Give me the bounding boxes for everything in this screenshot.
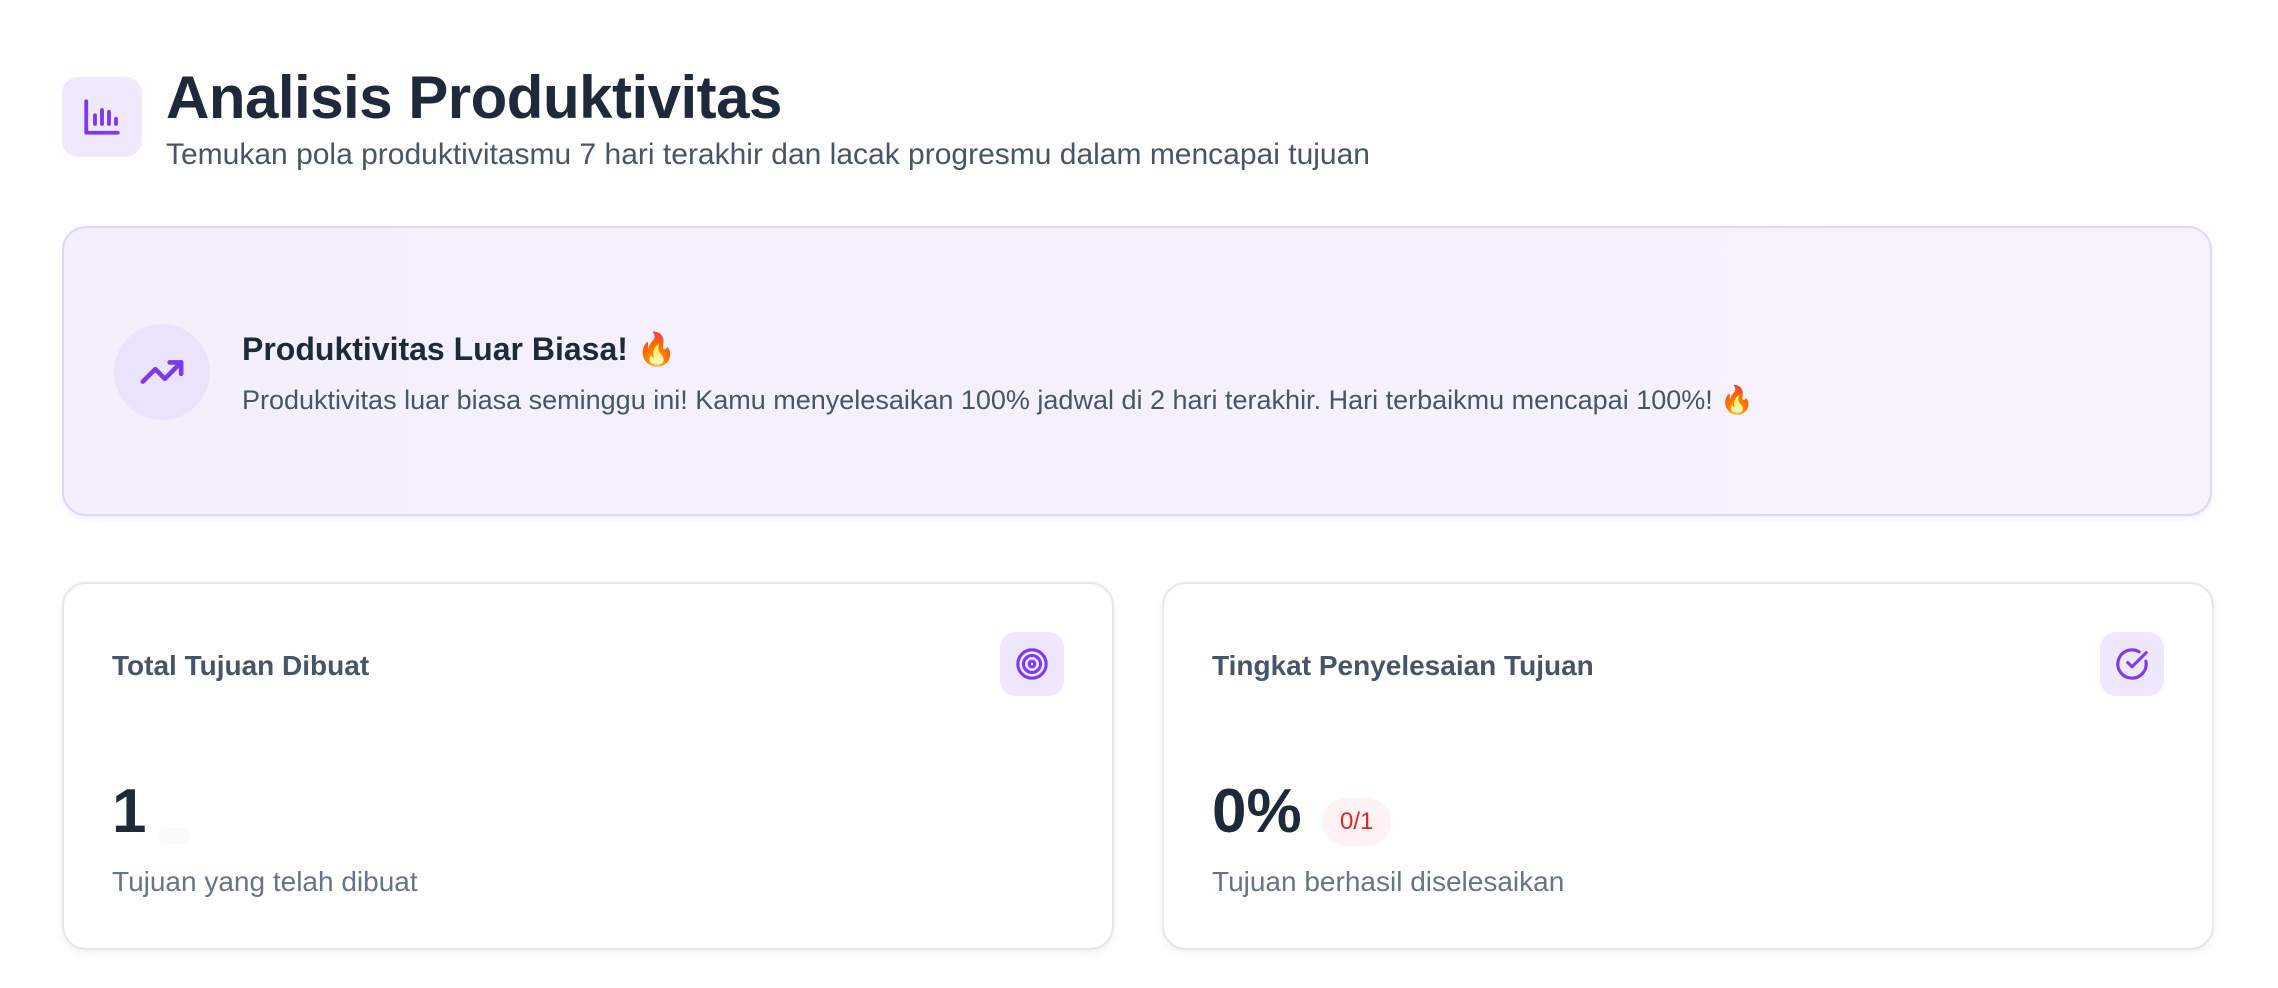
completion-ratio-badge: 0/1 [1322, 798, 1392, 846]
completion-rate-value: 0% [1212, 777, 1302, 846]
total-goals-value: 1 [112, 777, 147, 846]
fire-emoji-icon: 🔥 [1720, 385, 1754, 416]
insight-title-text: Produktivitas Luar Biasa! [242, 331, 628, 367]
target-icon [1000, 632, 1064, 696]
card-label: Tingkat Penyelesaian Tujuan [1212, 650, 1594, 681]
total-goals-card: Total Tujuan Dibuat 1 Tujuan yang telah … [62, 582, 1114, 950]
check-circle-icon [2100, 632, 2164, 696]
card-caption: Tujuan yang telah dibuat [112, 866, 418, 897]
fire-emoji-icon: 🔥 [636, 330, 677, 368]
insight-message: Produktivitas luar biasa seminggu ini! K… [242, 384, 1754, 416]
productivity-insight-card: Produktivitas Luar Biasa! 🔥 Produktivita… [62, 226, 2212, 516]
page-subtitle: Temukan pola produktivitasmu 7 hari tera… [166, 138, 1370, 171]
bar-chart-icon [62, 77, 142, 157]
goal-completion-card: Tingkat Penyelesaian Tujuan 0% 0/1 Tujua… [1162, 582, 2214, 950]
trending-up-icon [114, 324, 210, 420]
page-header: Analisis Produktivitas Temukan pola prod… [62, 62, 1370, 174]
page-title: Analisis Produktivitas [166, 64, 782, 131]
value-indicator [158, 828, 190, 844]
card-caption: Tujuan berhasil diselesaikan [1212, 866, 1565, 897]
insight-message-text: Produktivitas luar biasa seminggu ini! K… [242, 385, 1713, 415]
card-label: Total Tujuan Dibuat [112, 650, 370, 681]
insight-title: Produktivitas Luar Biasa! 🔥 [242, 330, 677, 368]
